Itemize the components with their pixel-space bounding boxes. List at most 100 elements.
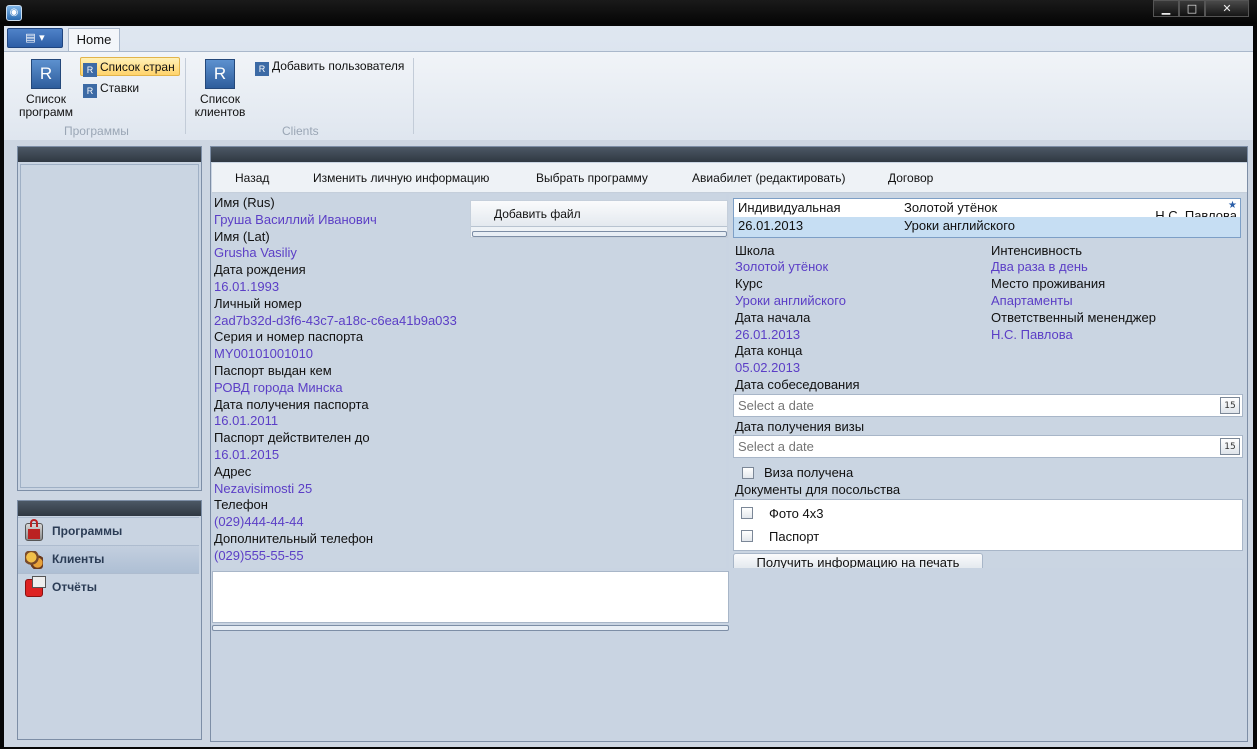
end-date-value: 05.02.2013 [735,360,801,375]
toolbar: Назад Изменить личную информацию Выбрать… [212,163,1247,193]
documents-list: Фото 4x3 Паспорт [733,499,1243,551]
programs-list-label: Список программ [18,92,74,119]
tab-home[interactable]: Home [68,28,120,51]
visa-received-label: Виза получена [764,465,854,480]
program-school: Золотой утёнок [904,200,998,215]
rates-button[interactable]: R Ставки [81,79,143,98]
valid-until-value: 16.01.2015 [214,447,280,462]
add-user-button[interactable]: R Добавить пользователя [253,57,408,76]
star-icon: ★ [1228,200,1237,211]
program-section: Индивидуальная Золотой утёнок Н.С. Павло… [729,194,1246,568]
interview-date-input[interactable] [734,395,1214,416]
visa-date-label: Дата получения визы [735,419,865,434]
add-user-icon: R [255,62,269,76]
visa-received-checkbox[interactable] [742,467,754,479]
edit-info-button[interactable]: Изменить личную информацию [313,171,489,185]
back-button[interactable]: Назад [235,171,269,185]
print-info-button[interactable]: Получить информацию на печать [733,553,983,568]
nav-item-label: Отчёты [52,580,97,594]
panel-header [211,147,1247,162]
calendar-icon[interactable]: 15 [1220,438,1240,455]
file-list-scrollbar-bottom[interactable] [212,625,729,631]
countries-icon: R [83,63,97,77]
clients-list-button[interactable]: R Список клиентов [188,59,252,119]
name-lat-label: Имя (Lat) [214,229,270,244]
nav-item-clients[interactable]: Клиенты [18,545,199,573]
accommodation-label: Место проживания [991,276,1106,291]
group-clients-label: Clients [282,124,319,138]
client-area: ▤ ▾ Home R Список программ R Список стран… [4,26,1253,747]
report-icon [25,576,46,597]
panel-header [18,501,201,516]
address-value: Nezavisimosti 25 [214,481,313,496]
name-rus-label: Имя (Rus) [214,195,275,210]
add-file-button[interactable]: Добавить файл [471,201,727,227]
phone2-value: (029)555-55-55 [214,548,304,563]
issued-by-label: Паспорт выдан кем [214,363,332,378]
end-date-label: Дата конца [735,343,803,358]
intensity-value: Два раза в день [991,259,1088,274]
nav-item-label: Программы [52,524,123,538]
nav-item-programs[interactable]: Программы [18,517,199,545]
program-row-bottom: 26.01.2013 Уроки английского [734,217,1240,237]
accommodation-value: Апартаменты [991,293,1073,308]
documents-label: Документы для посольства [735,482,901,497]
phone-label: Телефон [214,497,268,512]
ribbon: ▤ ▾ Home R Список программ R Список стран… [4,26,1253,140]
title-bar[interactable]: ◉ ▁ □ ✕ [0,0,1257,24]
navigation-panel: Программы Клиенты Отчёты [17,500,202,740]
intensity-label: Интенсивность [991,243,1083,258]
maximize-icon[interactable]: □ [1179,0,1205,17]
edit-ticket-button[interactable]: Авиабилет (редактировать) [692,171,846,185]
manager-value: Н.С. Павлова [991,327,1073,342]
phone2-label: Дополнительный телефон [214,531,374,546]
client-list-icon: R [205,59,235,89]
rates-icon: R [83,84,97,98]
application-window: ◉ ▁ □ ✕ ▤ ▾ Home R Список программ R Спис… [0,0,1257,749]
passport-checkbox[interactable] [741,530,753,542]
program-course: Уроки английского [904,218,1015,233]
start-date-label: Дата начала [735,310,811,325]
file-list-area[interactable] [212,571,729,623]
close-icon[interactable]: ✕ [1205,0,1249,17]
rates-label: Ставки [100,81,140,95]
visa-date-picker[interactable]: 15 [733,435,1243,458]
choose-program-button[interactable]: Выбрать программу [536,171,648,185]
issue-date-value: 16.01.2011 [214,413,279,428]
manager-label: Ответственный мененджер [991,310,1156,325]
phone-value: (029)444-44-44 [214,514,304,529]
minimize-icon[interactable]: ▁ [1153,0,1179,17]
nav-item-reports[interactable]: Отчёты [18,573,199,601]
program-row-top: Индивидуальная Золотой утёнок Н.С. Павло… [734,199,1240,223]
left-top-panel [17,146,202,491]
contract-button[interactable]: Договор [888,171,933,185]
group-separator [185,58,186,134]
group-programs-label: Программы [64,124,129,138]
group-separator [413,58,414,134]
countries-list-button[interactable]: R Список стран [80,57,180,77]
app-menu-button[interactable]: ▤ ▾ [7,28,63,48]
programs-list-button[interactable]: R Список программ [14,59,78,119]
name-rus-value: Груша Василлий Иванович [214,212,377,227]
program-list-item[interactable]: Индивидуальная Золотой утёнок Н.С. Павло… [733,198,1241,238]
valid-until-label: Паспорт действителен до [214,430,370,445]
visa-date-input[interactable] [734,436,1214,457]
interview-date-label: Дата собеседования [735,377,860,392]
program-list-icon: R [31,59,61,89]
clients-list-label: Список клиентов [194,92,246,119]
nav-item-label: Клиенты [52,552,105,566]
window-controls: ▁ □ ✕ [1153,0,1249,18]
main-panel: Назад Изменить личную информацию Выбрать… [210,146,1248,742]
interview-date-picker[interactable]: 15 [733,394,1243,417]
dob-value: 16.01.1993 [214,279,280,294]
calendar-icon[interactable]: 15 [1220,397,1240,414]
photo-checkbox[interactable] [741,507,753,519]
countries-label: Список стран [100,60,175,74]
program-type: Индивидуальная [738,200,841,215]
app-icon[interactable]: ◉ [6,5,22,21]
personal-id-label: Личный номер [214,296,302,311]
name-lat-value: Grusha Vasiliy [214,245,297,260]
file-list-scrollbar[interactable] [472,231,727,237]
school-value: Золотой утёнок [735,259,829,274]
panel-header [18,147,201,162]
